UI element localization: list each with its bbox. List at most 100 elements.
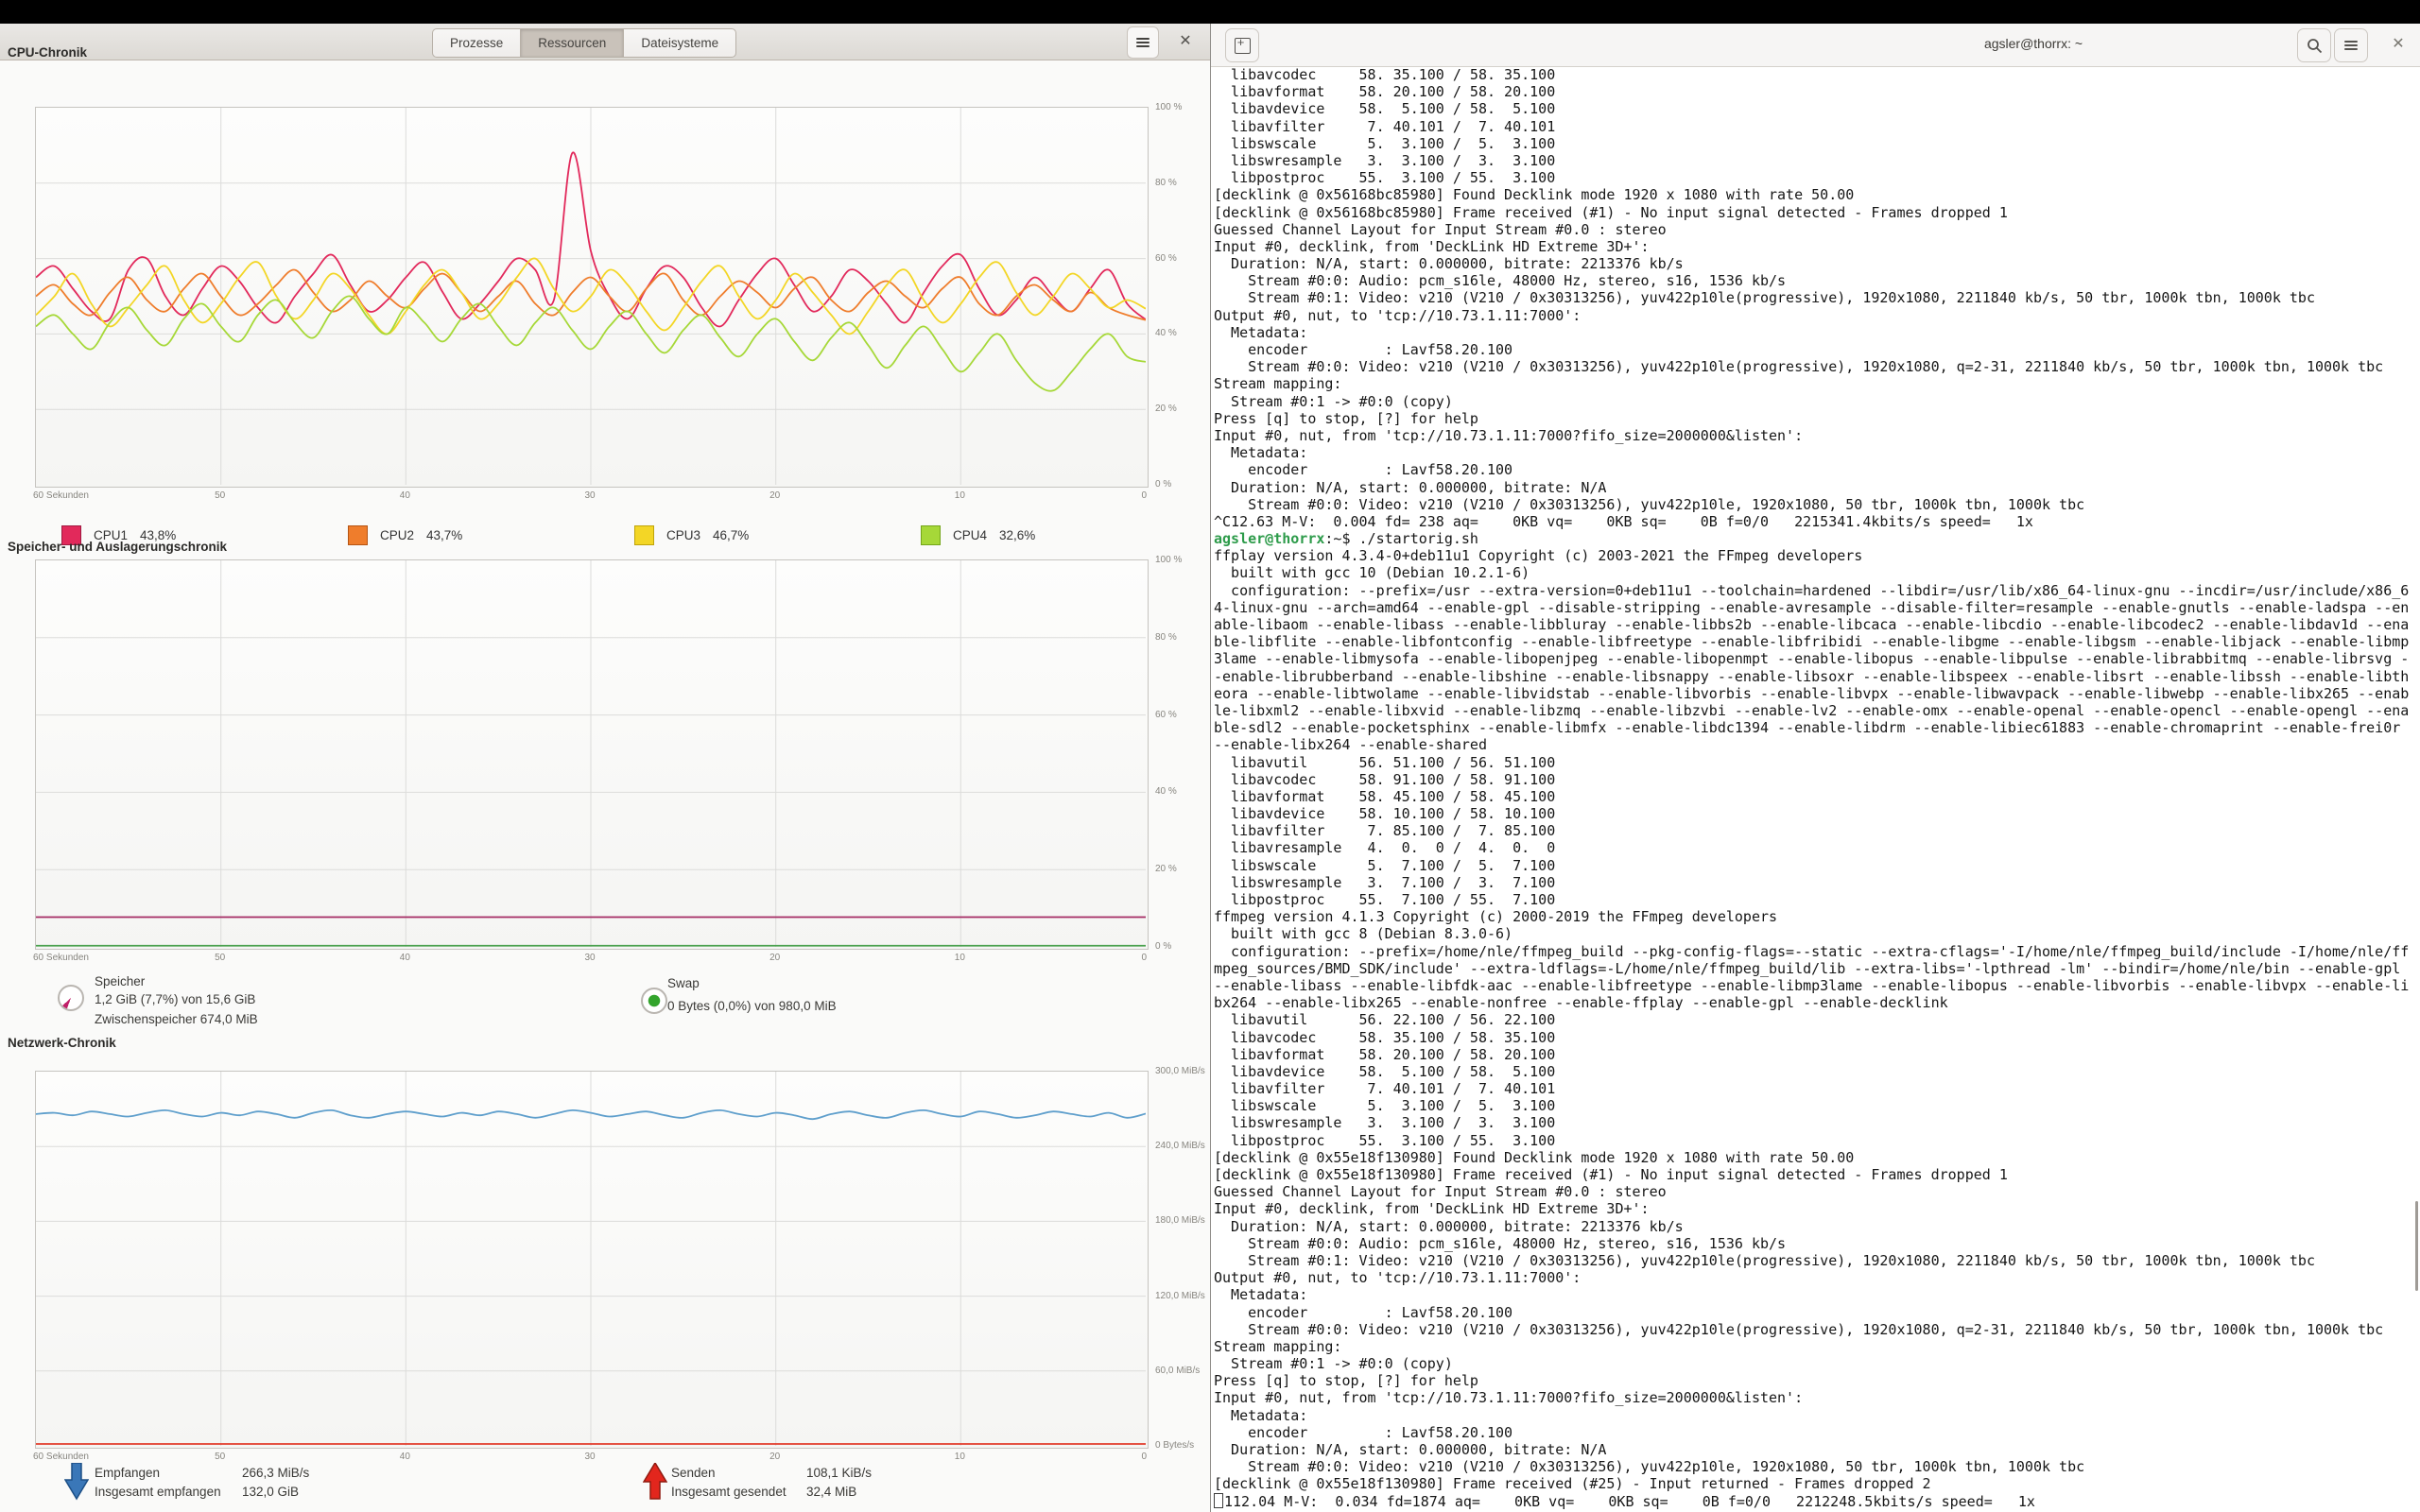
terminal-line: le-libxml2 --enable-libxvid --enable-lib… <box>1214 702 2420 719</box>
close-terminal-button[interactable]: ✕ <box>2387 33 2410 56</box>
y-tick-label: 60 % <box>1155 710 1210 720</box>
terminal-line: encoder : Lavf58.20.100 <box>1214 341 2420 358</box>
terminal-line: [decklink @ 0x55e18f130980] Found Deckli… <box>1214 1149 2420 1166</box>
x-tick-label: 0 <box>1141 490 1147 501</box>
terminal-line: Stream #0:1: Video: v210 (V210 / 0x30313… <box>1214 1252 2420 1269</box>
tab-prozesse[interactable]: Prozesse <box>432 28 520 58</box>
terminal-line: libpostproc 55. 3.100 / 55. 3.100 <box>1214 1132 2420 1149</box>
prompt-user: agsler@thorrx <box>1214 530 1324 547</box>
terminal-line: libavfilter 7. 40.101 / 7. 40.101 <box>1214 118 2420 135</box>
tab-dateisysteme[interactable]: Dateisysteme <box>623 28 736 58</box>
x-tick-label: 40 <box>381 1452 428 1462</box>
tab-ressourcen[interactable]: Ressourcen <box>520 28 623 58</box>
terminal-line: agsler@thorrx:~$ ./startorig.sh <box>1214 530 2420 547</box>
memory-pie-icon <box>58 985 84 1011</box>
terminal-line: Metadata: <box>1214 1286 2420 1303</box>
memory-section-title: Speicher- und Auslagerungschronik <box>8 540 227 554</box>
terminal-line: [decklink @ 0x55e18f130980] Frame receiv… <box>1214 1166 2420 1183</box>
terminal-menu-button[interactable] <box>2334 28 2368 62</box>
terminal-line: libswscale 5. 3.100 / 5. 3.100 <box>1214 135 2420 152</box>
terminal-line: libavfilter 7. 85.100 / 7. 85.100 <box>1214 822 2420 839</box>
terminal-line: libswscale 5. 3.100 / 5. 3.100 <box>1214 1097 2420 1114</box>
cpu2-value: 43,7% <box>426 528 462 542</box>
close-window-button[interactable]: ✕ <box>1174 30 1197 53</box>
terminal-line: Stream #0:0: Video: v210 (V210 / 0x30313… <box>1214 496 2420 513</box>
hamburger-menu-icon <box>2344 39 2358 52</box>
upload-arrow-icon <box>643 1463 667 1501</box>
cpu2-label: CPU2 <box>380 528 414 542</box>
terminal-line: configuration: --prefix=/home/nle/ffmpeg… <box>1214 943 2420 960</box>
cpu2-color-swatch <box>348 525 368 545</box>
system-monitor-window: Prozesse Ressourcen Dateisysteme ✕ CPU-C… <box>0 24 1210 1512</box>
x-tick-label: 10 <box>936 1452 983 1462</box>
x-tick-label: 30 <box>566 1452 614 1462</box>
net-send-total-label: Insgesamt gesendet <box>671 1485 786 1499</box>
terminal-line: able-libaom --enable-libass --enable-lib… <box>1214 616 2420 633</box>
y-tick-label: 240,0 MiB/s <box>1155 1141 1210 1151</box>
terminal-line: Press [q] to stop, [?] for help <box>1214 410 2420 427</box>
network-history-chart <box>35 1071 1149 1449</box>
x-tick-label: 60 Sekunden <box>33 490 89 501</box>
view-tab-group: Prozesse Ressourcen Dateisysteme <box>432 28 736 56</box>
x-tick-label: 10 <box>936 953 983 963</box>
net-recv-total-label: Insgesamt empfangen <box>95 1485 221 1499</box>
terminal-line: bx264 --enable-libx265 --enable-nonfree … <box>1214 994 2420 1011</box>
y-tick-label: 100 % <box>1155 555 1210 565</box>
search-icon <box>2307 38 2323 54</box>
y-tick-label: 180,0 MiB/s <box>1155 1215 1210 1226</box>
net-recv-total: 132,0 GiB <box>242 1485 299 1499</box>
net-recv-rate: 266,3 MiB/s <box>242 1466 309 1480</box>
download-arrow-icon <box>64 1463 89 1501</box>
terminal-line: libswresample 3. 3.100 / 3. 3.100 <box>1214 1114 2420 1131</box>
y-tick-label: 20 % <box>1155 864 1210 874</box>
swap-legend-title: Swap <box>667 976 700 990</box>
cpu3-label: CPU3 <box>666 528 700 542</box>
cpu3-value: 46,7% <box>713 528 749 542</box>
terminal-line: Guessed Channel Layout for Input Stream … <box>1214 1183 2420 1200</box>
terminal-line: -enable-librubberband --enable-libshine … <box>1214 668 2420 685</box>
y-tick-label: 300,0 MiB/s <box>1155 1066 1210 1076</box>
terminal-line: libavformat 58. 20.100 / 58. 20.100 <box>1214 1046 2420 1063</box>
terminal-line: Duration: N/A, start: 0.000000, bitrate:… <box>1214 1218 2420 1235</box>
terminal-line: [decklink @ 0x56168bc85980] Found Deckli… <box>1214 186 2420 203</box>
terminal-line: Output #0, nut, to 'tcp://10.73.1.11:700… <box>1214 1269 2420 1286</box>
terminal-line: libavutil 56. 51.100 / 56. 51.100 <box>1214 754 2420 771</box>
terminal-line: ffmpeg version 4.1.3 Copyright (c) 2000-… <box>1214 908 2420 925</box>
terminal-line: Metadata: <box>1214 1407 2420 1424</box>
terminal-line: Press [q] to stop, [?] for help <box>1214 1372 2420 1389</box>
cpu4-value: 32,6% <box>999 528 1035 542</box>
terminal-cursor <box>1214 1493 1223 1508</box>
terminal-line: Input #0, nut, from 'tcp://10.73.1.11:70… <box>1214 427 2420 444</box>
terminal-scrollbar[interactable] <box>2415 1201 2418 1291</box>
terminal-line: built with gcc 8 (Debian 8.3.0-6) <box>1214 925 2420 942</box>
terminal-headerbar: agsler@thorrx: ~ ✕ <box>1211 24 2420 67</box>
y-tick-label: 80 % <box>1155 178 1210 188</box>
terminal-line: 112.04 M-V: 0.034 fd=1874 aq= 0KB vq= 0K… <box>1214 1493 2420 1510</box>
y-tick-label: 0 % <box>1155 479 1210 490</box>
terminal-line: Guessed Channel Layout for Input Stream … <box>1214 221 2420 238</box>
terminal-output[interactable]: libavcodec 58. 35.100 / 58. 35.100 libav… <box>1211 66 2420 1512</box>
terminal-line: libavformat 58. 20.100 / 58. 20.100 <box>1214 83 2420 100</box>
new-tab-button[interactable] <box>1225 28 1259 62</box>
x-tick-label: 20 <box>752 1452 799 1462</box>
terminal-line: ffplay version 4.3.4-0+deb11u1 Copyright… <box>1214 547 2420 564</box>
terminal-line: Output #0, nut, to 'tcp://10.73.1.11:700… <box>1214 307 2420 324</box>
terminal-line: libpostproc 55. 7.100 / 55. 7.100 <box>1214 891 2420 908</box>
swap-pie-icon <box>641 988 667 1014</box>
x-tick-label: 40 <box>381 953 428 963</box>
terminal-line: --enable-libass --enable-libfdk-aac --en… <box>1214 977 2420 994</box>
terminal-line: Duration: N/A, start: 0.000000, bitrate:… <box>1214 479 2420 496</box>
x-tick-label: 50 <box>197 1452 244 1462</box>
terminal-line: 3lame --enable-libmysofa --enable-libope… <box>1214 650 2420 667</box>
search-button[interactable] <box>2297 28 2331 62</box>
terminal-line: Stream #0:0: Video: v210 (V210 / 0x30313… <box>1214 1458 2420 1475</box>
memory-swap-chart <box>35 559 1149 950</box>
terminal-line: libswscale 5. 7.100 / 5. 7.100 <box>1214 857 2420 874</box>
memory-usage-text: 1,2 GiB (7,7%) von 15,6 GiB <box>95 992 255 1006</box>
legend-item-cpu3: CPU3 46,7% <box>634 525 749 545</box>
terminal-line: Stream #0:1 -> #0:0 (copy) <box>1214 1355 2420 1372</box>
terminal-line: libavdevice 58. 10.100 / 58. 10.100 <box>1214 805 2420 822</box>
primary-menu-button[interactable] <box>1127 26 1159 59</box>
y-tick-label: 100 % <box>1155 102 1210 112</box>
x-tick-label: 30 <box>566 490 614 501</box>
